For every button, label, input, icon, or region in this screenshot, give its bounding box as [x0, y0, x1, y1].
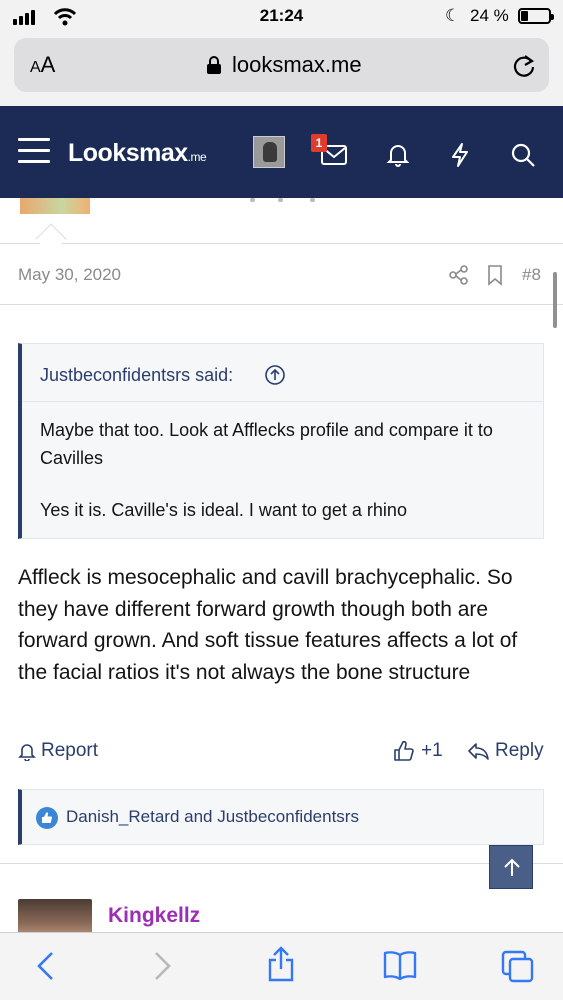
reactions-text[interactable]: Danish_Retard and Justbeconfidentsrs: [66, 807, 359, 827]
post-date[interactable]: May 30, 2020: [18, 265, 121, 285]
bookmark-icon[interactable]: [486, 264, 504, 286]
report-button[interactable]: Report: [18, 740, 98, 762]
tabs-icon[interactable]: [500, 949, 536, 985]
arrow-up-circle-icon[interactable]: [264, 364, 286, 386]
battery-icon: [518, 8, 554, 24]
post-arrow-notch: [35, 223, 67, 255]
post-header-divider: [0, 304, 563, 305]
browser-toolbar: [0, 932, 563, 1000]
scroll-to-top-button[interactable]: [489, 845, 533, 889]
url-text[interactable]: looksmax.me: [232, 52, 362, 78]
arrow-up-icon: [504, 858, 520, 876]
menu-icon[interactable]: [18, 138, 50, 164]
inbox-count-badge: 1: [311, 134, 327, 152]
back-icon[interactable]: [34, 949, 58, 983]
previous-post-avatar: [20, 198, 90, 214]
reply-button[interactable]: Reply: [467, 740, 544, 762]
bell-outline-icon: [18, 744, 36, 761]
reply-label: Reply: [495, 740, 544, 761]
quote-paragraph: Yes it is. Caville's is ideal. I want to…: [40, 500, 407, 520]
moon-icon: ☾: [445, 6, 461, 25]
like-count: +1: [421, 740, 443, 761]
previous-post-text-fragment: [250, 198, 330, 203]
bell-icon[interactable]: [386, 142, 410, 168]
post-divider: [0, 863, 563, 864]
post-body: Affleck is mesocephalic and cavill brach…: [18, 566, 518, 684]
post-actions: Report +1 Reply: [0, 740, 563, 768]
next-post-username[interactable]: Kingkellz: [108, 904, 200, 928]
quote-header: Justbeconfidentsrs said:: [22, 344, 543, 402]
search-icon[interactable]: [510, 142, 536, 168]
like-reaction-icon: [36, 807, 58, 829]
quote-author[interactable]: Justbeconfidentsrs said:: [40, 365, 233, 386]
user-avatar[interactable]: [253, 136, 285, 168]
status-bar: 21:24 ☾ 24 %: [0, 0, 563, 34]
browser-address-area: AA looksmax.me: [0, 34, 563, 106]
quote-paragraph: Maybe that too. Look at Afflecks profile…: [40, 420, 493, 468]
text-size-button[interactable]: AA: [30, 52, 55, 78]
quote-block: Justbeconfidentsrs said: Maybe that too.…: [18, 343, 544, 539]
thumbs-up-icon: [394, 740, 414, 761]
post-number[interactable]: #8: [522, 265, 541, 285]
lock-icon: [207, 56, 221, 74]
site-logo[interactable]: Looksmax.me: [68, 139, 207, 168]
battery-percent: 24 %: [470, 6, 509, 25]
forward-icon[interactable]: [150, 949, 174, 983]
bolt-icon[interactable]: [449, 142, 471, 168]
book-icon[interactable]: [382, 949, 418, 981]
scrollbar[interactable]: [553, 272, 557, 328]
reload-icon[interactable]: [511, 51, 537, 79]
site-header: Looksmax.me 1: [0, 106, 563, 198]
share-sheet-icon[interactable]: [266, 945, 296, 983]
reply-icon: [468, 743, 489, 760]
reactions-bar[interactable]: Danish_Retard and Justbeconfidentsrs: [18, 789, 544, 845]
like-button[interactable]: +1: [393, 740, 443, 762]
share-icon[interactable]: [448, 264, 470, 286]
post-divider: [0, 243, 563, 244]
report-label: Report: [41, 740, 99, 761]
address-bar[interactable]: AA looksmax.me: [14, 38, 549, 92]
